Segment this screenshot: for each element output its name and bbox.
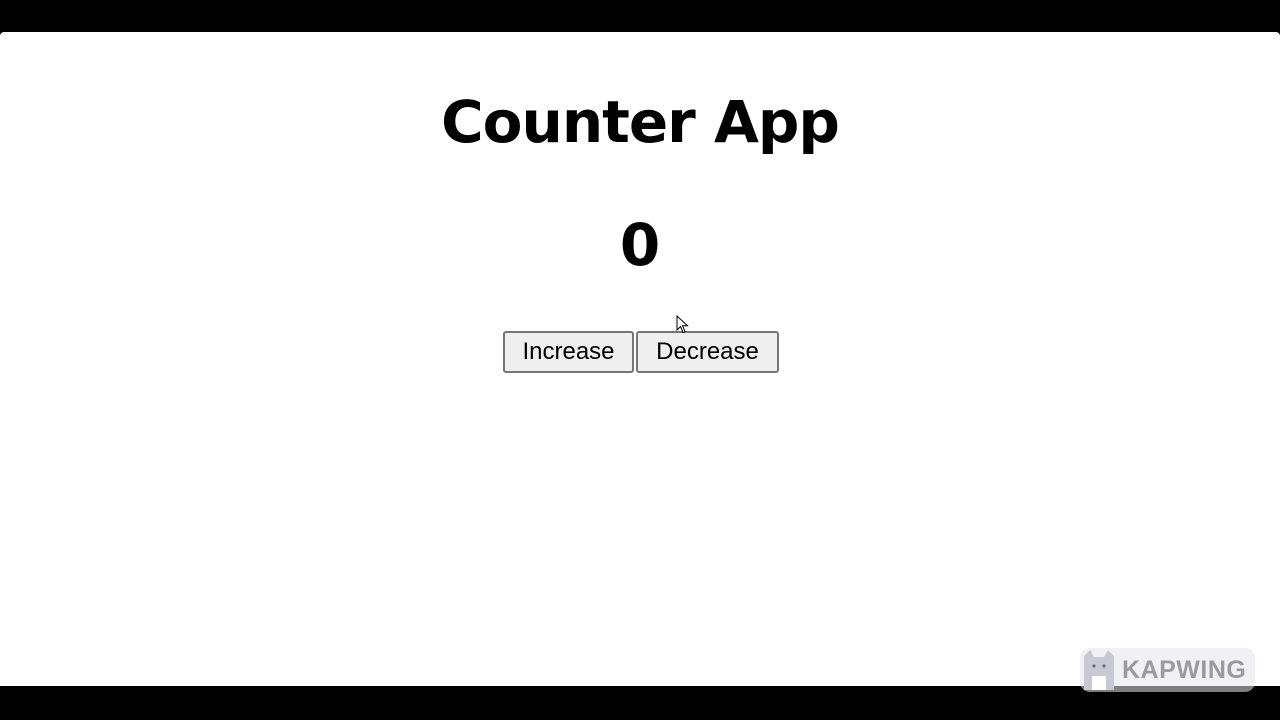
kapwing-watermark: KAPWING xyxy=(1080,648,1255,692)
counter-controls: Increase Decrease xyxy=(503,331,779,373)
counter-value: 0 xyxy=(619,211,661,279)
increase-button[interactable]: Increase xyxy=(503,331,634,373)
decrease-button[interactable]: Decrease xyxy=(636,331,779,373)
letterbox-top xyxy=(0,0,1280,32)
video-frame: Counter App 0 Increase Decrease KAPWING xyxy=(0,0,1280,720)
mouse-pointer-icon xyxy=(676,315,689,334)
page-title: Counter App xyxy=(441,88,840,156)
watermark-text: KAPWING xyxy=(1122,656,1247,684)
browser-viewport: Counter App 0 Increase Decrease xyxy=(0,32,1280,686)
kapwing-cat-logo-icon xyxy=(1084,650,1114,690)
